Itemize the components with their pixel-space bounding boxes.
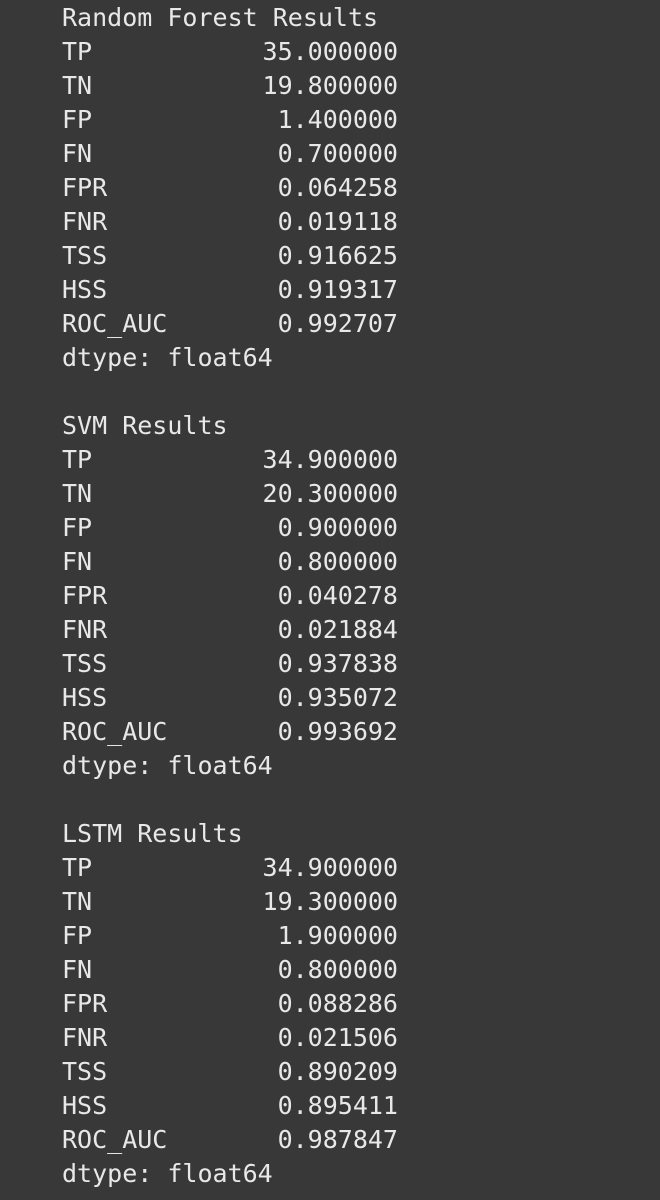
metric-value: 34.900000 [262,853,398,882]
dtype-line: dtype: float64 [62,751,273,780]
metric-value: 1.900000 [277,921,398,950]
dtype-line: dtype: float64 [62,343,273,372]
metric-value: 0.993692 [277,717,398,746]
metric-value: 0.890209 [277,1057,398,1086]
dtype-line: dtype: float64 [62,1159,273,1188]
metric-value: 0.987847 [277,1125,398,1154]
metric-value: 0.088286 [277,989,398,1018]
section-title: SVM Results [62,411,228,440]
metric-value: 0.040278 [277,581,398,610]
metric-value: 0.935072 [277,683,398,712]
metric-value: 19.300000 [262,887,398,916]
metric-value: 0.021884 [277,615,398,644]
metric-value: 0.064258 [277,173,398,202]
metric-value: 0.916625 [277,241,398,270]
metric-value: 0.700000 [277,139,398,168]
metric-value: 0.992707 [277,309,398,338]
metric-value: 0.900000 [277,513,398,542]
metric-value: 0.919317 [277,275,398,304]
metric-value: 0.021506 [277,1023,398,1052]
section-title: Random Forest Results [62,3,379,32]
metric-value: 0.937838 [277,649,398,678]
metric-value: 35.000000 [262,37,398,66]
metric-value: 0.019118 [277,207,398,236]
metric-value: 0.800000 [277,955,398,984]
section-title: LSTM Results [62,819,243,848]
metric-value: 20.300000 [262,479,398,508]
metric-value: 0.800000 [277,547,398,576]
metric-value: 1.400000 [277,105,398,134]
metric-value: 19.800000 [262,71,398,100]
metric-value: 34.900000 [262,445,398,474]
metric-value: 0.895411 [277,1091,398,1120]
